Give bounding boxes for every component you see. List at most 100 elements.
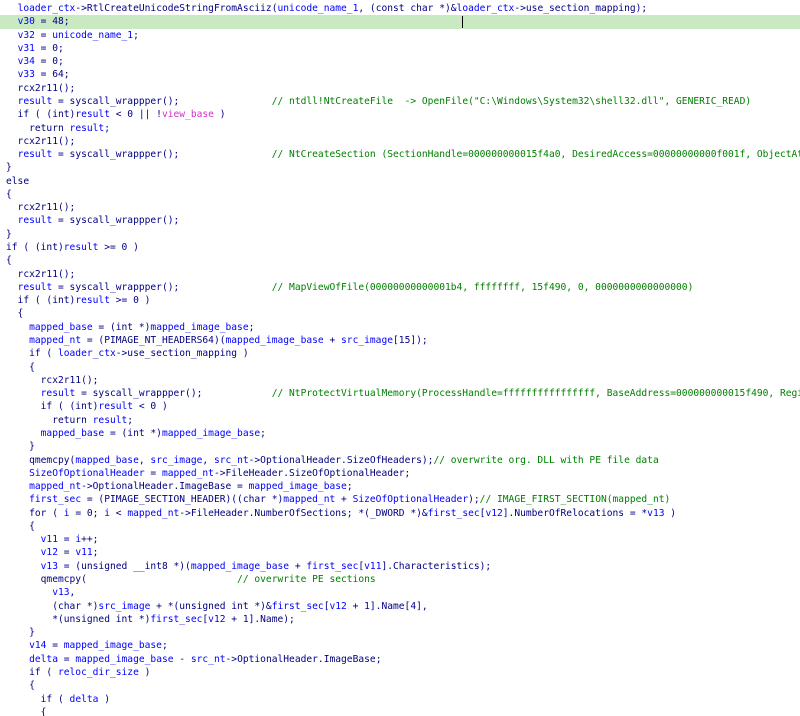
variable-token[interactable]: mapped_nt xyxy=(29,335,81,346)
code-line[interactable]: } xyxy=(0,626,800,640)
code-line[interactable]: v31 = 0; xyxy=(0,42,800,56)
pseudocode-editor[interactable]: loader_ctx->RtlCreateUnicodeStringFromAs… xyxy=(0,0,800,716)
variable-token[interactable]: v13 xyxy=(647,508,664,519)
variable-token[interactable]: v33 xyxy=(18,69,35,80)
code-line[interactable]: result = syscall_wrappper(); // NtProtec… xyxy=(0,387,800,401)
variable-token[interactable]: mapped_nt xyxy=(127,508,179,519)
variable-token[interactable]: mapped_image_base xyxy=(191,561,289,572)
code-line[interactable]: v12 = v11; xyxy=(0,546,800,560)
code-line-current[interactable]: v30 = 48; xyxy=(0,15,800,30)
code-line[interactable]: if ( (int)result < 0 || !view_base ) xyxy=(0,108,800,122)
variable-token[interactable]: unicode_name_1 xyxy=(278,3,359,14)
variable-token[interactable]: loader_ctx xyxy=(58,348,116,359)
code-line[interactable]: { xyxy=(0,307,800,321)
code-line[interactable]: result = syscall_wrappper(); // NtCreate… xyxy=(0,148,800,162)
code-line[interactable]: mapped_base = (int *)mapped_image_base; xyxy=(0,427,800,441)
code-line[interactable]: for ( i = 0; i < mapped_nt->FileHeader.N… xyxy=(0,507,800,521)
variable-token[interactable]: mapped_image_base xyxy=(75,654,173,665)
code-line[interactable]: result = syscall_wrappper(); // ntdll!Nt… xyxy=(0,95,800,109)
code-line[interactable]: if ( delta ) xyxy=(0,693,800,707)
variable-token[interactable]: result xyxy=(93,415,128,426)
variable-token[interactable]: result xyxy=(41,388,76,399)
code-line[interactable]: rcx2r11(); xyxy=(0,82,800,96)
variable-token[interactable]: v12 xyxy=(485,508,502,519)
variable-token[interactable]: v13 xyxy=(52,587,69,598)
variable-token[interactable]: src_image xyxy=(341,335,393,346)
code-line[interactable]: rcx2r11(); xyxy=(0,201,800,215)
variable-token[interactable]: first_sec xyxy=(306,561,358,572)
variable-token[interactable]: first_sec xyxy=(272,601,324,612)
code-line[interactable]: first_sec = (PIMAGE_SECTION_HEADER)((cha… xyxy=(0,493,800,507)
variable-token[interactable]: mapped_image_base xyxy=(226,335,324,346)
code-line[interactable]: { xyxy=(0,361,800,375)
code-line[interactable]: } xyxy=(0,228,800,242)
code-line[interactable]: result = syscall_wrappper(); // MapViewO… xyxy=(0,281,800,295)
variable-token[interactable]: result xyxy=(18,282,53,293)
code-line[interactable]: v32 = unicode_name_1; xyxy=(0,29,800,43)
variable-token[interactable]: first_sec xyxy=(150,614,202,625)
code-line[interactable]: mapped_nt = (PIMAGE_NT_HEADERS64)(mapped… xyxy=(0,334,800,348)
code-line[interactable]: if ( loader_ctx->use_section_mapping ) xyxy=(0,347,800,361)
code-line[interactable]: v33 = 64; xyxy=(0,68,800,82)
variable-token[interactable]: reloc_dir_size xyxy=(58,667,139,678)
variable-token[interactable]: mapped_base xyxy=(75,455,139,466)
variable-token[interactable]: mapped_image_base xyxy=(150,322,248,333)
code-line[interactable]: { xyxy=(0,679,800,693)
variable-token[interactable]: v13 xyxy=(41,561,58,572)
code-line[interactable]: if ( (int)result < 0 ) xyxy=(0,400,800,414)
variable-token[interactable]: unicode_name_1 xyxy=(52,30,133,41)
code-line[interactable]: { xyxy=(0,188,800,202)
variable-token[interactable]: v12 xyxy=(329,601,346,612)
variable-token[interactable]: loader_ctx xyxy=(18,3,76,14)
variable-token[interactable]: mapped_image_base xyxy=(162,428,260,439)
variable-token[interactable]: first_sec xyxy=(428,508,480,519)
code-line[interactable]: v14 = mapped_image_base; xyxy=(0,639,800,653)
code-line[interactable]: (char *)src_image + *(unsigned int *)&fi… xyxy=(0,600,800,614)
code-line[interactable]: } xyxy=(0,440,800,454)
variable-token[interactable]: v12 xyxy=(208,614,225,625)
variable-token[interactable]: v12 xyxy=(41,547,58,558)
variable-token[interactable]: result xyxy=(18,96,53,107)
code-line[interactable]: *(unsigned int *)first_sec[v12 + 1].Name… xyxy=(0,613,800,627)
variable-token[interactable]: v11 xyxy=(364,561,381,572)
variable-token[interactable]: v34 xyxy=(18,56,35,67)
variable-token[interactable]: first_sec xyxy=(29,494,81,505)
variable-token[interactable]: src_nt xyxy=(191,654,226,665)
code-line[interactable]: loader_ctx->RtlCreateUnicodeStringFromAs… xyxy=(0,2,800,16)
variable-token[interactable]: delta xyxy=(70,694,99,705)
code-line[interactable]: delta = mapped_image_base - src_nt->Opti… xyxy=(0,653,800,667)
code-line[interactable]: { xyxy=(0,706,800,716)
variable-token[interactable]: result xyxy=(70,123,105,134)
code-line[interactable]: v11 = i++; xyxy=(0,533,800,547)
code-line[interactable]: else xyxy=(0,175,800,189)
variable-token[interactable]: src_image xyxy=(98,601,150,612)
variable-token[interactable]: result xyxy=(75,295,110,306)
code-line[interactable]: rcx2r11(); xyxy=(0,374,800,388)
code-line[interactable]: mapped_base = (int *)mapped_image_base; xyxy=(0,321,800,335)
variable-token[interactable]: mapped_base xyxy=(29,322,93,333)
variable-token[interactable]: SizeOfOptionalHeader xyxy=(353,494,469,505)
variable-token[interactable]: result xyxy=(64,242,99,253)
variable-token[interactable]: mapped_nt xyxy=(29,481,81,492)
code-line[interactable]: if ( reloc_dir_size ) xyxy=(0,666,800,680)
variable-token[interactable]: v11 xyxy=(75,547,92,558)
code-line[interactable]: return result; xyxy=(0,414,800,428)
variable-token[interactable]: result xyxy=(98,401,133,412)
code-line[interactable]: rcx2r11(); xyxy=(0,268,800,282)
global-variable-token[interactable]: view_base xyxy=(162,109,214,120)
variable-token[interactable]: loader_ctx xyxy=(457,3,515,14)
code-line[interactable]: { xyxy=(0,520,800,534)
variable-token[interactable]: mapped_image_base xyxy=(64,640,162,651)
variable-token[interactable]: v11 xyxy=(41,534,58,545)
variable-token[interactable]: result xyxy=(18,149,53,160)
code-line[interactable]: if ( (int)result >= 0 ) xyxy=(0,241,800,255)
variable-token[interactable]: v32 xyxy=(18,30,35,41)
code-line[interactable]: rcx2r11(); xyxy=(0,135,800,149)
variable-token[interactable]: v31 xyxy=(18,43,35,54)
code-line[interactable]: v34 = 0; xyxy=(0,55,800,69)
code-line[interactable]: if ( (int)result >= 0 ) xyxy=(0,294,800,308)
code-line[interactable]: v13, xyxy=(0,586,800,600)
variable-token[interactable]: mapped_nt xyxy=(162,468,214,479)
code-line[interactable]: mapped_nt->OptionalHeader.ImageBase = ma… xyxy=(0,480,800,494)
variable-token[interactable]: mapped_base xyxy=(41,428,105,439)
